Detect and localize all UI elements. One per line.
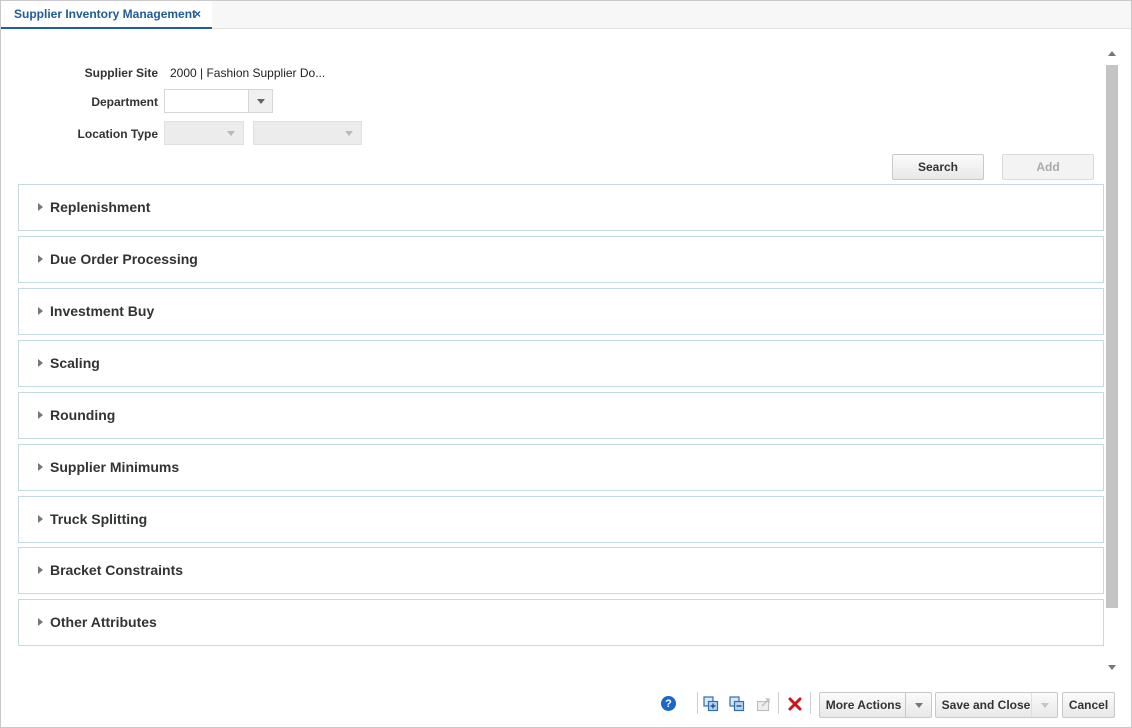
section-other-attributes[interactable]: Other Attributes bbox=[18, 599, 1104, 646]
department-select[interactable] bbox=[164, 89, 273, 113]
delete-icon[interactable] bbox=[786, 695, 804, 713]
section-scaling[interactable]: Scaling bbox=[18, 340, 1104, 387]
location-type-label: Location Type bbox=[77, 127, 158, 141]
section-title: Supplier Minimums bbox=[50, 459, 180, 475]
section-title: Truck Splitting bbox=[50, 511, 148, 527]
supplier-site-value: 2000 | Fashion Supplier Do... bbox=[170, 66, 326, 80]
location-dropdown-button bbox=[337, 122, 361, 144]
expand-icon bbox=[38, 566, 43, 574]
expand-icon bbox=[38, 203, 43, 211]
department-dropdown-button[interactable] bbox=[248, 90, 272, 112]
vertical-scrollbar[interactable] bbox=[1105, 48, 1119, 676]
section-title: Other Attributes bbox=[50, 614, 157, 630]
section-title: Rounding bbox=[50, 407, 116, 423]
location-type-select bbox=[164, 121, 244, 145]
section-due-order-processing[interactable]: Due Order Processing bbox=[18, 236, 1104, 283]
close-icon[interactable]: × bbox=[194, 7, 201, 21]
chevron-down-icon bbox=[256, 98, 265, 104]
section-rounding[interactable]: Rounding bbox=[18, 392, 1104, 439]
more-actions-label[interactable]: More Actions bbox=[820, 693, 907, 717]
export-icon bbox=[756, 698, 770, 712]
location-select bbox=[253, 121, 362, 145]
chevron-down-icon bbox=[914, 702, 923, 708]
chevron-down-icon bbox=[345, 130, 353, 136]
expand-icon bbox=[38, 411, 43, 419]
toolbar-separator bbox=[810, 692, 811, 714]
expand-icon bbox=[38, 359, 43, 367]
chevron-down-icon bbox=[1040, 702, 1049, 708]
section-truck-splitting[interactable]: Truck Splitting bbox=[18, 496, 1104, 543]
section-bracket-constraints[interactable]: Bracket Constraints bbox=[18, 547, 1104, 594]
scrollbar-thumb[interactable] bbox=[1106, 65, 1118, 608]
chevron-down-icon bbox=[227, 130, 235, 136]
section-title: Replenishment bbox=[50, 199, 151, 215]
tab-supplier-inventory-management[interactable]: Supplier Inventory Management × bbox=[1, 1, 212, 29]
duplicate-icon[interactable] bbox=[702, 695, 720, 713]
supplier-site-label: Supplier Site bbox=[84, 66, 158, 80]
duplicate-alt-icon[interactable] bbox=[728, 695, 746, 713]
tab-strip: Supplier Inventory Management × bbox=[1, 1, 1131, 29]
section-title: Bracket Constraints bbox=[50, 562, 184, 578]
location-type-dropdown-button bbox=[219, 122, 243, 144]
department-label: Department bbox=[91, 95, 158, 109]
search-button[interactable]: Search bbox=[892, 154, 984, 180]
section-title: Due Order Processing bbox=[50, 251, 198, 267]
more-actions-dropdown[interactable] bbox=[905, 693, 931, 717]
section-investment-buy[interactable]: Investment Buy bbox=[18, 288, 1104, 335]
section-title: Investment Buy bbox=[50, 303, 155, 319]
expand-icon bbox=[38, 307, 43, 315]
expand-icon bbox=[38, 618, 43, 626]
scroll-up-icon[interactable] bbox=[1108, 51, 1116, 56]
save-and-close-dropdown bbox=[1031, 693, 1057, 717]
toolbar-separator bbox=[697, 692, 698, 714]
cancel-button[interactable]: Cancel bbox=[1062, 692, 1115, 718]
toolbar-separator bbox=[778, 692, 779, 714]
save-and-close-label[interactable]: Save and Close bbox=[936, 693, 1036, 717]
section-supplier-minimums[interactable]: Supplier Minimums bbox=[18, 444, 1104, 491]
expand-icon bbox=[38, 255, 43, 263]
scroll-down-icon[interactable] bbox=[1108, 665, 1116, 670]
tab-label: Supplier Inventory Management bbox=[14, 7, 197, 21]
save-and-close-button[interactable]: Save and Close bbox=[935, 692, 1058, 718]
add-button: Add bbox=[1002, 154, 1094, 180]
expand-icon bbox=[38, 515, 43, 523]
help-icon[interactable]: ? bbox=[661, 696, 676, 711]
section-title: Scaling bbox=[50, 355, 100, 371]
more-actions-button[interactable]: More Actions bbox=[819, 692, 932, 718]
section-replenishment[interactable]: Replenishment bbox=[18, 184, 1104, 231]
expand-icon bbox=[38, 463, 43, 471]
